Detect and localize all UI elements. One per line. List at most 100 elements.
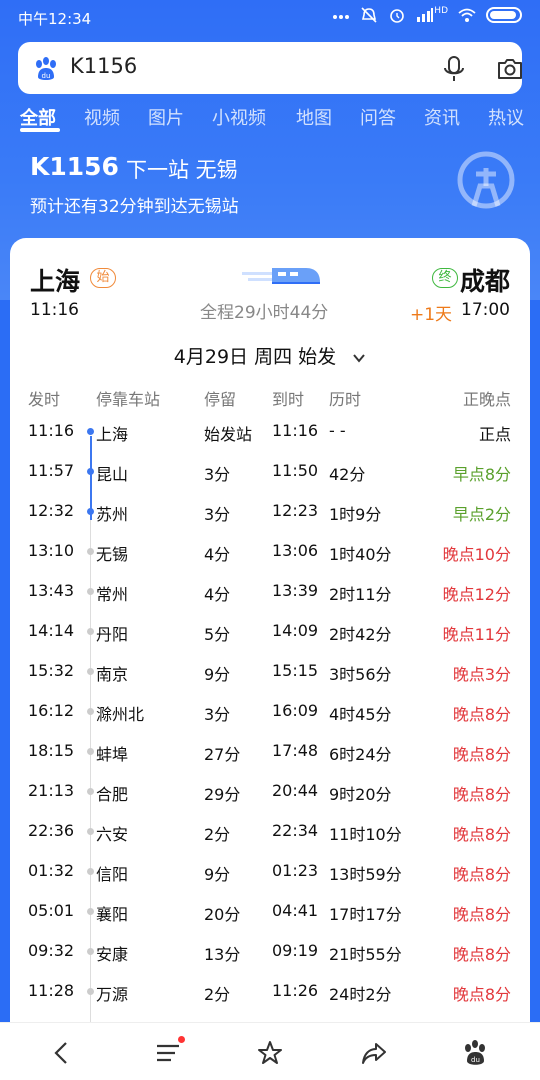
tab-images[interactable]: 图片: [148, 104, 184, 130]
row-arrival-time: 04:41: [272, 901, 319, 920]
route-dot: [87, 788, 94, 795]
station-row[interactable]: 01:32 信阳 9分 01:23 13时59分 晚点8分: [10, 856, 530, 896]
baidu-icon[interactable]: du: [462, 1039, 490, 1067]
row-status: 晚点8分: [452, 825, 511, 844]
tab-map[interactable]: 地图: [296, 104, 332, 130]
plus-day-label: +1天: [410, 305, 453, 325]
station-row[interactable]: 22:36 六安 2分 22:34 11时10分 晚点8分: [10, 816, 530, 856]
tab-qa[interactable]: 问答: [360, 104, 396, 130]
station-row[interactable]: 14:14 丹阳 5分 14:09 2时42分 晚点11分: [10, 616, 530, 656]
microphone-icon[interactable]: [442, 55, 466, 83]
date-selector[interactable]: 4月29日 周四 始发: [10, 342, 530, 369]
row-station-name: 南京: [96, 665, 129, 684]
row-elapsed-time: 17时17分: [329, 905, 402, 924]
row-arrival-time: 13:06: [272, 541, 319, 560]
row-arrival-time: 09:19: [272, 941, 319, 960]
status-time: 中午12:34: [18, 10, 92, 28]
row-departure-time: 16:12: [28, 701, 75, 720]
row-departure-time: 11:16: [28, 421, 75, 440]
baidu-paw-icon[interactable]: du: [32, 55, 60, 83]
station-row[interactable]: 13:10 无锡 4分 13:06 1时40分 晚点10分: [10, 536, 530, 576]
route-dot: [87, 508, 94, 515]
route-dot: [87, 668, 94, 675]
row-status: 晚点8分: [452, 865, 511, 884]
search-input[interactable]: K1156: [70, 54, 137, 78]
station-row[interactable]: 09:32 安康 13分 09:19 21时55分 晚点8分: [10, 936, 530, 976]
camera-icon[interactable]: [496, 56, 524, 82]
station-row[interactable]: 21:13 合肥 29分 20:44 9时20分 晚点8分: [10, 776, 530, 816]
row-stop-duration: 3分: [204, 505, 231, 524]
route-dot: [87, 908, 94, 915]
row-departure-time: 13:10: [28, 541, 75, 560]
star-icon[interactable]: [256, 1039, 284, 1067]
notification-dot: [178, 1036, 185, 1043]
row-station-name: 合肥: [96, 785, 129, 804]
route-dot: [87, 468, 94, 475]
row-status: 晚点8分: [452, 905, 511, 924]
row-station-name: 滁州北: [96, 705, 145, 724]
row-elapsed-time: 13时59分: [329, 865, 402, 884]
tab-video[interactable]: 视频: [84, 104, 120, 130]
destination-badge: 终: [432, 268, 458, 288]
station-row[interactable]: 12:32 苏州 3分 12:23 1时9分 早点2分: [10, 496, 530, 536]
back-icon[interactable]: [48, 1039, 76, 1067]
row-departure-time: 11:57: [28, 461, 75, 480]
station-row[interactable]: 11:57 昆山 3分 11:50 42分 早点8分: [10, 456, 530, 496]
row-elapsed-time: 9时20分: [329, 785, 392, 804]
origin-badge: 始: [90, 268, 116, 288]
wifi-icon: [458, 8, 476, 22]
route-dot: [87, 988, 94, 995]
menu-icon[interactable]: [154, 1039, 182, 1067]
row-departure-time: 15:32: [28, 661, 75, 680]
route-dot: [87, 868, 94, 875]
arrival-time: 17:00: [461, 300, 510, 320]
station-row[interactable]: 11:16 上海 始发站 11:16 - - 正点: [10, 416, 530, 456]
row-arrival-time: 11:50: [272, 461, 319, 480]
destination-city: 成都: [459, 267, 510, 296]
row-status: 晚点8分: [452, 705, 511, 724]
tab-short-video[interactable]: 小视频: [212, 104, 266, 130]
row-station-name: 丹阳: [96, 625, 129, 644]
row-status: 早点8分: [452, 465, 511, 484]
category-tabs: 全部 视频 图片 小视频 地图 问答 资讯 热议: [0, 104, 540, 134]
next-stop: 下一站 无锡: [126, 158, 238, 182]
header-status: 正晚点: [462, 390, 511, 409]
row-status: 正点: [478, 425, 511, 444]
row-station-name: 无锡: [96, 545, 129, 564]
chevron-down-icon[interactable]: [352, 351, 366, 365]
station-row[interactable]: 13:43 常州 4分 13:39 2时11分 晚点12分: [10, 576, 530, 616]
date-label: 4月29日 周四 始发: [173, 346, 337, 368]
mute-bell-icon: [361, 7, 377, 23]
row-arrival-time: 01:23: [272, 861, 319, 880]
station-row[interactable]: 15:32 南京 9分 15:15 3时56分 晚点3分: [10, 656, 530, 696]
bottom-nav: du: [0, 1022, 540, 1080]
row-departure-time: 09:32: [28, 941, 75, 960]
station-row[interactable]: 18:15 蚌埠 27分 17:48 6时24分 晚点8分: [10, 736, 530, 776]
tab-news[interactable]: 资讯: [424, 104, 460, 130]
row-arrival-time: 16:09: [272, 701, 319, 720]
tab-all[interactable]: 全部: [20, 104, 56, 130]
row-elapsed-time: 3时56分: [329, 665, 392, 684]
train-number: K1156: [30, 152, 119, 181]
tab-hot[interactable]: 热议: [488, 104, 524, 130]
row-stop-duration: 3分: [204, 705, 231, 724]
row-elapsed-time: 4时45分: [329, 705, 392, 724]
row-station-name: 常州: [96, 585, 129, 604]
station-row[interactable]: 16:12 滁州北 3分 16:09 4时45分 晚点8分: [10, 696, 530, 736]
row-stop-duration: 13分: [204, 945, 241, 964]
share-icon[interactable]: [360, 1039, 388, 1067]
station-row[interactable]: 11:28 万源 2分 11:26 24时2分 晚点8分: [10, 976, 530, 1016]
row-elapsed-time: 1时9分: [329, 505, 382, 524]
row-station-name: 六安: [96, 825, 129, 844]
row-station-name: 昆山: [96, 465, 129, 484]
alarm-icon: [390, 9, 405, 23]
more-dots-icon: [333, 15, 350, 19]
row-elapsed-time: - -: [329, 421, 346, 440]
route-dot: [87, 548, 94, 555]
row-station-name: 蚌埠: [96, 745, 129, 764]
battery-icon: [486, 7, 522, 23]
station-row[interactable]: 05:01 襄阳 20分 04:41 17时17分 晚点8分: [10, 896, 530, 936]
search-bar[interactable]: du K1156: [18, 42, 522, 94]
row-station-name: 万源: [96, 985, 129, 1004]
train-schedule-card: 上海 始 终 成都 11:16 全程29小时44分 +1天 17:00 4月29…: [10, 238, 530, 1038]
